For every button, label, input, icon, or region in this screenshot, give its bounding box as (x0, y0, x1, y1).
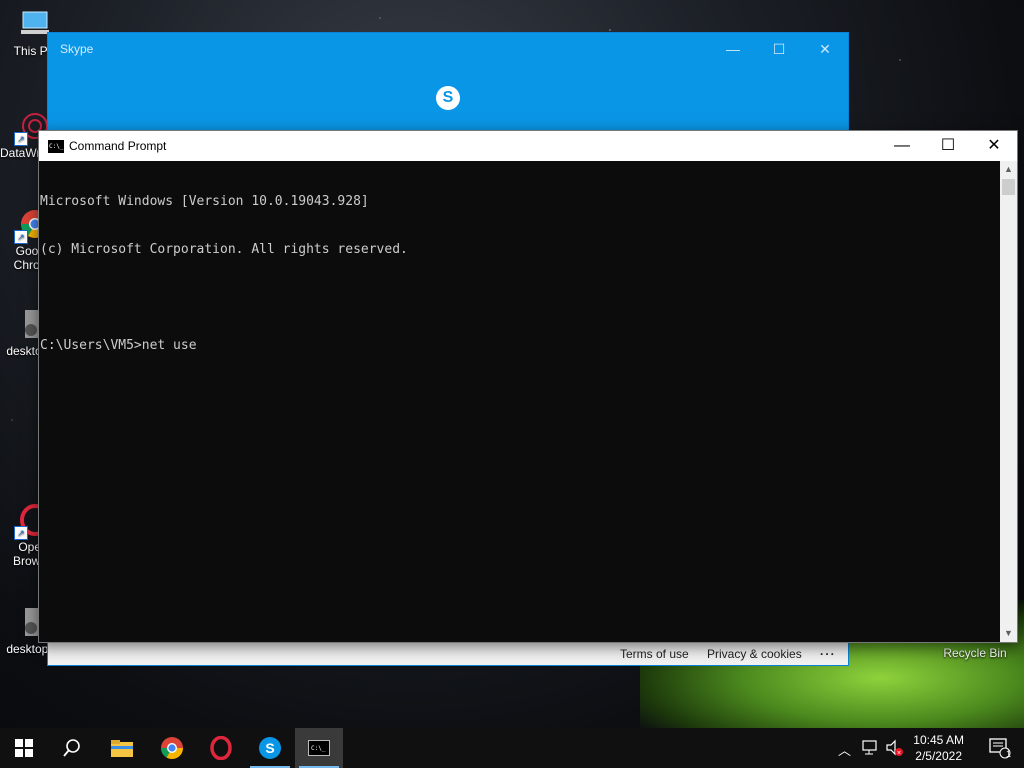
scrollbar-thumb[interactable] (1002, 179, 1015, 195)
opera-icon (210, 736, 232, 760)
cmd-window-title: Command Prompt (69, 139, 167, 153)
skype-close-button[interactable]: ✕ (802, 33, 848, 65)
computer-icon (19, 8, 51, 40)
taskbar-command-prompt[interactable]: C:\_ (295, 728, 343, 768)
console-line: Microsoft Windows [Version 10.0.19043.92… (40, 194, 369, 209)
search-icon (63, 739, 80, 757)
console-prompt-line: C:\Users\VM5>net use (40, 338, 197, 353)
notification-count-badge: 1 (1006, 749, 1012, 759)
taskbar-opera[interactable] (197, 728, 245, 768)
clock-date: 2/5/2022 (915, 749, 962, 763)
scroll-up-arrow-icon[interactable]: ▲ (1000, 161, 1017, 178)
command-prompt-window[interactable]: C:\_ Command Prompt — ☐ ✕ Microsoft Wind… (38, 130, 1018, 643)
svg-text:S: S (265, 740, 274, 756)
skype-footer: Terms of use Privacy & cookies ... (48, 643, 848, 665)
volume-muted-icon[interactable]: × (885, 739, 905, 757)
cmd-vertical-scrollbar[interactable]: ▲ ▼ (1000, 161, 1017, 642)
privacy-cookies-link[interactable]: Privacy & cookies (707, 647, 802, 661)
skype-window-title: Skype (60, 42, 94, 56)
skype-titlebar[interactable]: Skype — ☐ ✕ (48, 33, 848, 65)
taskbar-skype[interactable]: S (246, 728, 294, 768)
console-output[interactable]: Microsoft Windows [Version 10.0.19043.92… (39, 161, 1000, 642)
shortcut-arrow-icon: ↗ (14, 230, 28, 244)
action-center-button[interactable]: 1 (976, 728, 1024, 768)
skype-icon: S (259, 737, 281, 759)
taskbar: S C:\_ ︿ × 10:45 AM 2/5/2022 1 (0, 728, 1024, 768)
chevron-up-icon[interactable]: ︿ (838, 740, 851, 759)
console-line: (c) Microsoft Corporation. All rights re… (40, 242, 408, 257)
skype-banner: S (48, 65, 848, 131)
windows-logo-icon (15, 739, 33, 757)
taskbar-chrome[interactable] (148, 728, 196, 768)
shortcut-arrow-icon: ↗ (14, 132, 28, 146)
scroll-down-arrow-icon[interactable]: ▼ (1000, 625, 1017, 642)
svg-text:×: × (896, 750, 901, 757)
desktop-icon-label: Recycle Bin (943, 646, 1007, 660)
cmd-icon: C:\_ (308, 740, 330, 756)
cmd-minimize-button[interactable]: — (879, 131, 925, 161)
skype-logo-icon: S (436, 86, 460, 110)
cmd-titlebar[interactable]: C:\_ Command Prompt — ☐ ✕ (39, 131, 1017, 161)
more-options-button[interactable]: ... (820, 644, 836, 658)
folder-icon (111, 740, 133, 757)
network-icon[interactable] (862, 740, 880, 756)
cmd-close-button[interactable]: ✕ (971, 131, 1017, 161)
terms-of-use-link[interactable]: Terms of use (620, 647, 689, 661)
cmd-app-icon: C:\_ (48, 140, 64, 153)
skype-maximize-button[interactable]: ☐ (756, 33, 802, 65)
taskbar-file-explorer[interactable] (98, 728, 146, 768)
shortcut-arrow-icon: ↗ (14, 526, 28, 540)
search-button[interactable] (48, 728, 96, 768)
svg-text:C:\_: C:\_ (311, 745, 326, 752)
cmd-maximize-button[interactable]: ☐ (925, 131, 971, 161)
skype-minimize-button[interactable]: — (710, 33, 756, 65)
clock-time: 10:45 AM (913, 733, 964, 747)
start-button[interactable] (0, 728, 48, 768)
chrome-icon (161, 737, 183, 759)
taskbar-clock[interactable]: 10:45 AM 2/5/2022 (913, 732, 964, 764)
